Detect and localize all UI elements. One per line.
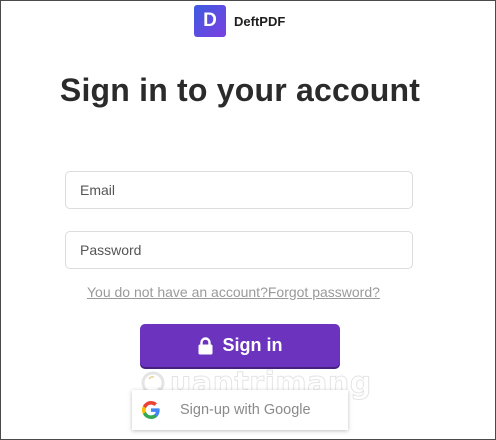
forgot-password-link[interactable]: Forgot password? xyxy=(268,284,380,300)
lock-icon xyxy=(198,336,213,355)
google-signup-label: Sign-up with Google xyxy=(180,402,311,418)
brand-name: DeftPDF xyxy=(234,13,286,29)
google-icon xyxy=(142,401,160,419)
account-links: You do not have an account?Forgot passwo… xyxy=(87,284,380,300)
brand-header[interactable]: D DeftPDF xyxy=(194,5,285,37)
brand-logo: D xyxy=(194,5,226,37)
page-title: Sign in to your account xyxy=(59,72,421,108)
signin-button[interactable]: Sign in xyxy=(140,324,340,367)
page-frame xyxy=(0,0,496,440)
no-account-link[interactable]: You do not have an account? xyxy=(87,284,268,300)
signin-label: Sign in xyxy=(222,335,283,355)
email-field[interactable] xyxy=(65,171,413,209)
google-signup-button[interactable]: Sign-up with Google xyxy=(132,390,348,430)
password-field[interactable] xyxy=(65,231,413,269)
